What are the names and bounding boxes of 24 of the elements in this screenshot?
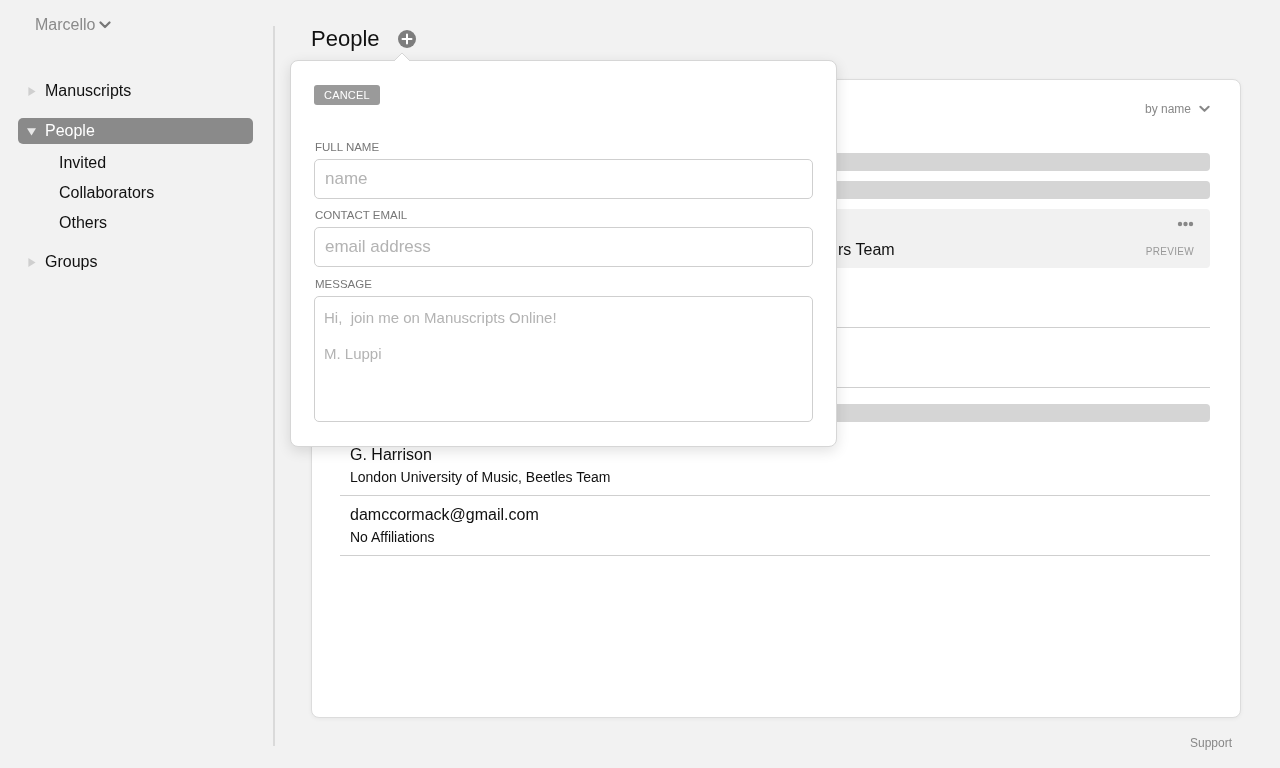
email-field[interactable]: email address [314,227,813,267]
chevron-down-icon [99,21,112,29]
name-field[interactable]: name [314,159,813,199]
person-affiliation: No Affiliations [350,528,436,547]
person-name: G. Harrison [350,445,433,465]
field-label: MESSAGE [315,278,373,290]
triangle-down-icon[interactable] [27,126,36,136]
page-title: People [311,26,380,52]
sidebar-subitem[interactable]: Collaborators [18,177,253,207]
sort-dropdown[interactable]: by name [1144,102,1210,116]
sidebar-subitem[interactable]: Invited [18,147,253,177]
person-name: damccormack@gmail.com [350,505,540,525]
field-label: FULL NAME [315,141,381,153]
sidebar-item[interactable]: Manuscripts [18,78,253,104]
more-options-icon[interactable] [1177,221,1194,227]
person-affiliation: rs Team [838,240,896,260]
message-field[interactable]: Hi, join me on Manuscripts Online! M. Luppi [314,296,813,422]
field-label: CONTACT EMAIL [315,209,409,221]
sidebar-subitem[interactable]: Others [18,207,253,237]
add-icon[interactable] [397,30,416,48]
chevron-down-icon [1199,105,1210,113]
sidebar-item[interactable]: Groups [18,249,253,275]
person-row[interactable]: damccormack@gmail.com No Affiliations [340,496,1210,556]
person-affiliation: London University of Music, Beetles Team [350,468,612,487]
